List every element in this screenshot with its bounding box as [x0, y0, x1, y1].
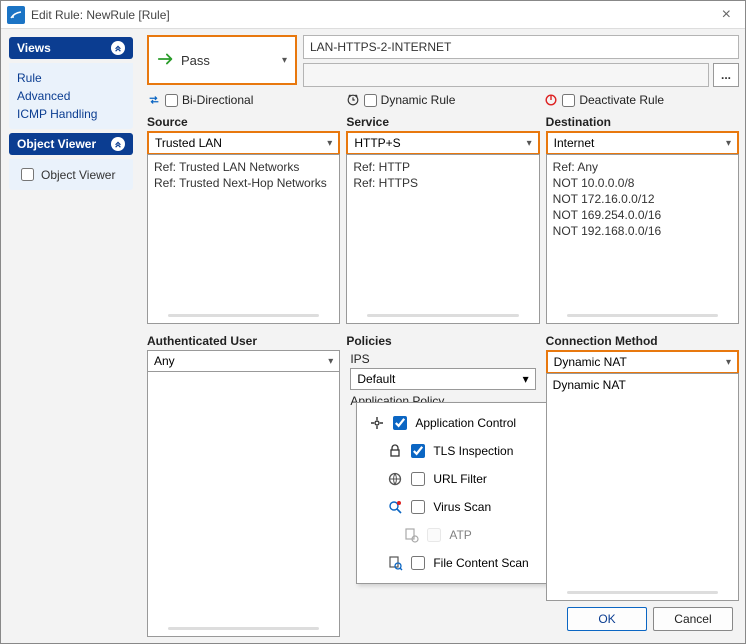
app-policy-popup: Application Control TLS Inspection URL F…	[356, 402, 576, 584]
list-item[interactable]: NOT 172.16.0.0/12	[553, 191, 732, 207]
app-icon	[7, 6, 25, 24]
list-item[interactable]: NOT 192.168.0.0/16	[553, 223, 732, 239]
chevron-up-icon	[111, 41, 125, 55]
chevron-down-icon: ▾	[527, 138, 532, 149]
auth-user-list[interactable]	[147, 371, 340, 637]
window-title: Edit Rule: NewRule [Rule]	[31, 8, 170, 22]
dynamic-rule-option[interactable]: Dynamic Rule	[346, 93, 541, 107]
chevron-down-icon: ▾	[523, 372, 529, 386]
list-item[interactable]: Ref: Any	[553, 159, 732, 175]
list-item[interactable]: Ref: HTTP	[353, 159, 532, 175]
ips-label: IPS	[346, 350, 539, 366]
conn-method-header: Connection Method	[546, 332, 739, 350]
policies-header: Policies	[346, 332, 539, 350]
chevron-down-icon: ▾	[327, 138, 332, 149]
service-list[interactable]: Ref: HTTP Ref: HTTPS	[346, 154, 539, 324]
object-viewer-checkbox[interactable]: Object Viewer	[17, 165, 125, 184]
sidebar-item-advanced[interactable]: Advanced	[17, 87, 125, 105]
sidebar-item-rule[interactable]: Rule	[17, 69, 125, 87]
destination-select[interactable]: Internet ▾	[546, 131, 739, 155]
list-item[interactable]: NOT 169.254.0.0/16	[553, 207, 732, 223]
source-select[interactable]: Trusted LAN ▾	[147, 131, 340, 155]
auth-user-select[interactable]: Any ▾	[147, 350, 340, 372]
chevron-up-icon	[111, 137, 125, 151]
description-more-button[interactable]: ...	[713, 63, 739, 87]
rule-name-input[interactable]	[303, 35, 739, 59]
description-input[interactable]	[303, 63, 709, 87]
list-item[interactable]: Dynamic NAT	[553, 378, 732, 392]
deactivate-rule-option[interactable]: Deactivate Rule	[544, 93, 739, 107]
pass-arrow-icon	[157, 50, 175, 71]
service-header: Service	[346, 113, 539, 131]
auth-user-header: Authenticated User	[147, 332, 340, 350]
list-item[interactable]: NOT 10.0.0.0/8	[553, 175, 732, 191]
service-select[interactable]: HTTP+S ▾	[346, 131, 539, 155]
views-header[interactable]: Views	[9, 37, 133, 59]
policy-atp[interactable]: ATP	[361, 521, 571, 549]
list-item[interactable]: Ref: Trusted LAN Networks	[154, 159, 333, 175]
source-list[interactable]: Ref: Trusted LAN Networks Ref: Trusted N…	[147, 154, 340, 324]
list-item[interactable]: Ref: HTTPS	[353, 175, 532, 191]
bidirectional-option[interactable]: Bi-Directional	[147, 93, 342, 107]
conn-method-select[interactable]: Dynamic NAT ▾	[546, 350, 739, 374]
cancel-button[interactable]: Cancel	[653, 607, 733, 631]
ok-button[interactable]: OK	[567, 607, 647, 631]
close-icon[interactable]: ×	[714, 6, 739, 24]
sidebar-item-icmp[interactable]: ICMP Handling	[17, 105, 125, 123]
chevron-down-icon: ▾	[726, 138, 731, 149]
policy-app-control[interactable]: Application Control	[361, 409, 571, 437]
list-item[interactable]: Ref: Trusted Next-Hop Networks	[154, 175, 333, 191]
titlebar: Edit Rule: NewRule [Rule] ×	[1, 1, 745, 29]
policy-url-filter[interactable]: URL Filter	[361, 465, 571, 493]
chevron-down-icon: ▾	[726, 357, 731, 368]
action-select[interactable]: Pass ▾	[147, 35, 297, 85]
chevron-down-icon: ▾	[282, 55, 287, 66]
destination-header: Destination	[546, 113, 739, 131]
conn-method-list[interactable]: Dynamic NAT	[546, 373, 739, 601]
policy-virus-scan[interactable]: Virus Scan	[361, 493, 571, 521]
ips-select[interactable]: Default ▾	[350, 368, 535, 390]
policy-file-content[interactable]: File Content Scan	[361, 549, 571, 577]
source-header: Source	[147, 113, 340, 131]
destination-list[interactable]: Ref: Any NOT 10.0.0.0/8 NOT 172.16.0.0/1…	[546, 154, 739, 324]
policy-tls[interactable]: TLS Inspection	[361, 437, 571, 465]
object-viewer-header[interactable]: Object Viewer	[9, 133, 133, 155]
chevron-down-icon: ▾	[328, 356, 333, 367]
